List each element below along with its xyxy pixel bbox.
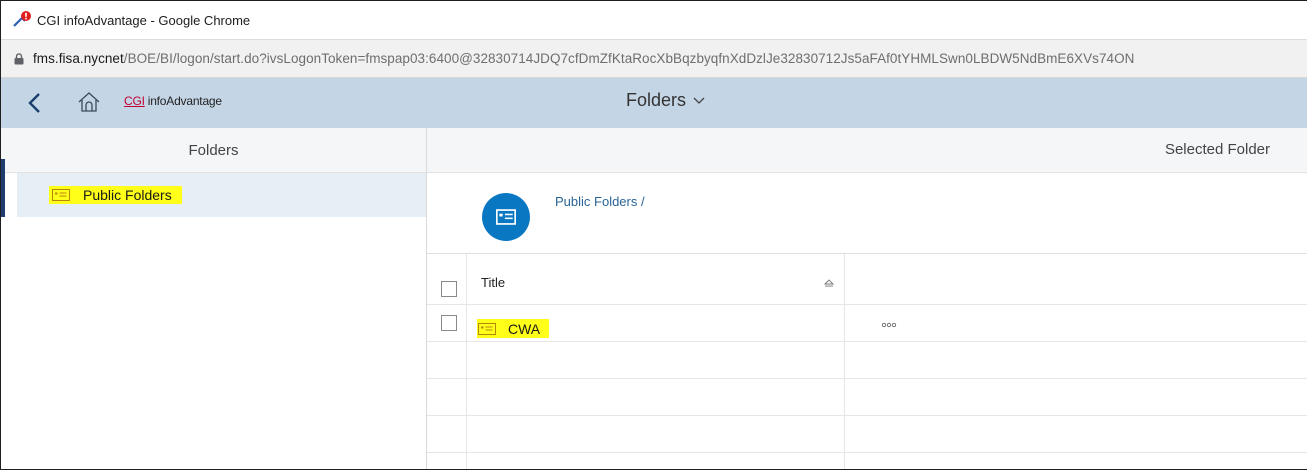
title-column-header[interactable]: Title <box>467 254 845 304</box>
folder-icon <box>496 209 516 225</box>
logo-cgi: CGI <box>124 94 145 108</box>
empty-table-row <box>427 379 1307 416</box>
window-title: CGI infoAdvantage - Google Chrome <box>37 12 251 28</box>
empty-cell <box>467 416 845 452</box>
folder-icon <box>478 322 496 335</box>
selected-folder-panel: Selected Folder Public Folders / Title C… <box>427 128 1307 469</box>
folders-panel-header: Folders <box>1 128 426 173</box>
folder-contents-table: Title CWA <box>427 253 1307 469</box>
table-row[interactable]: CWA <box>427 305 1307 342</box>
window-title-bar: CGI infoAdvantage - Google Chrome <box>1 1 1307 40</box>
app-title-menu[interactable]: Folders <box>626 90 705 111</box>
empty-cell <box>467 379 845 415</box>
selected-folder-title: Selected Folder <box>1164 141 1270 158</box>
chrome-app-icon <box>13 11 31 27</box>
empty-cell <box>467 342 845 378</box>
back-icon[interactable] <box>25 92 47 114</box>
table-header-row: Title <box>427 254 1307 305</box>
folder-badge-icon <box>482 193 530 241</box>
address-bar[interactable]: fms.fisa.nycnet/BOE/BI/logon/start.do?iv… <box>1 40 1307 78</box>
row-checkbox[interactable] <box>441 315 457 331</box>
folder-icon <box>52 189 70 201</box>
folder-title: CWA <box>508 320 541 337</box>
sort-icon[interactable] <box>824 279 834 287</box>
url-path: /BOE/BI/logon/start.do?ivsLogonToken=fms… <box>123 51 1135 66</box>
home-icon[interactable] <box>77 90 101 114</box>
empty-cell <box>427 416 467 452</box>
tree-item-public-folders[interactable]: Public Folders <box>17 173 426 217</box>
header-select-cell <box>427 254 467 304</box>
selected-folder-header: Selected Folder <box>427 128 1307 173</box>
app-title-label: Folders <box>626 90 687 110</box>
url-host: fms.fisa.nycnet <box>33 51 124 66</box>
row-title-cell: CWA <box>467 305 845 341</box>
select-all-checkbox[interactable] <box>441 281 457 297</box>
empty-cell <box>467 453 845 469</box>
empty-cell <box>427 453 467 469</box>
empty-table-row <box>427 453 1307 469</box>
empty-table-row <box>427 342 1307 379</box>
url-text[interactable]: fms.fisa.nycnet/BOE/BI/logon/start.do?iv… <box>33 51 1134 66</box>
folder-link-cwa[interactable]: CWA <box>477 319 550 338</box>
empty-table-row <box>427 416 1307 453</box>
title-column-label: Title <box>481 275 506 290</box>
tree-item-label: Public Folders <box>83 187 172 203</box>
logo-product: infoAdvantage <box>147 94 222 108</box>
browser-window: CGI infoAdvantage - Google Chrome fms.fi… <box>0 0 1307 470</box>
empty-cell <box>427 379 467 415</box>
folders-panel: Folders Public Folders <box>1 128 427 469</box>
highlight-marker: Public Folders <box>49 186 182 204</box>
more-icon[interactable] <box>881 322 897 328</box>
app-logo[interactable]: CGI infoAdvantage <box>124 94 222 108</box>
selection-accent-bar <box>1 159 5 217</box>
lock-icon[interactable] <box>14 52 24 65</box>
row-select-cell <box>427 305 467 341</box>
breadcrumb[interactable]: Public Folders / <box>555 194 645 209</box>
empty-cell <box>427 342 467 378</box>
chevron-down-icon <box>693 97 705 104</box>
app-header: CGI infoAdvantage Folders <box>1 78 1307 128</box>
